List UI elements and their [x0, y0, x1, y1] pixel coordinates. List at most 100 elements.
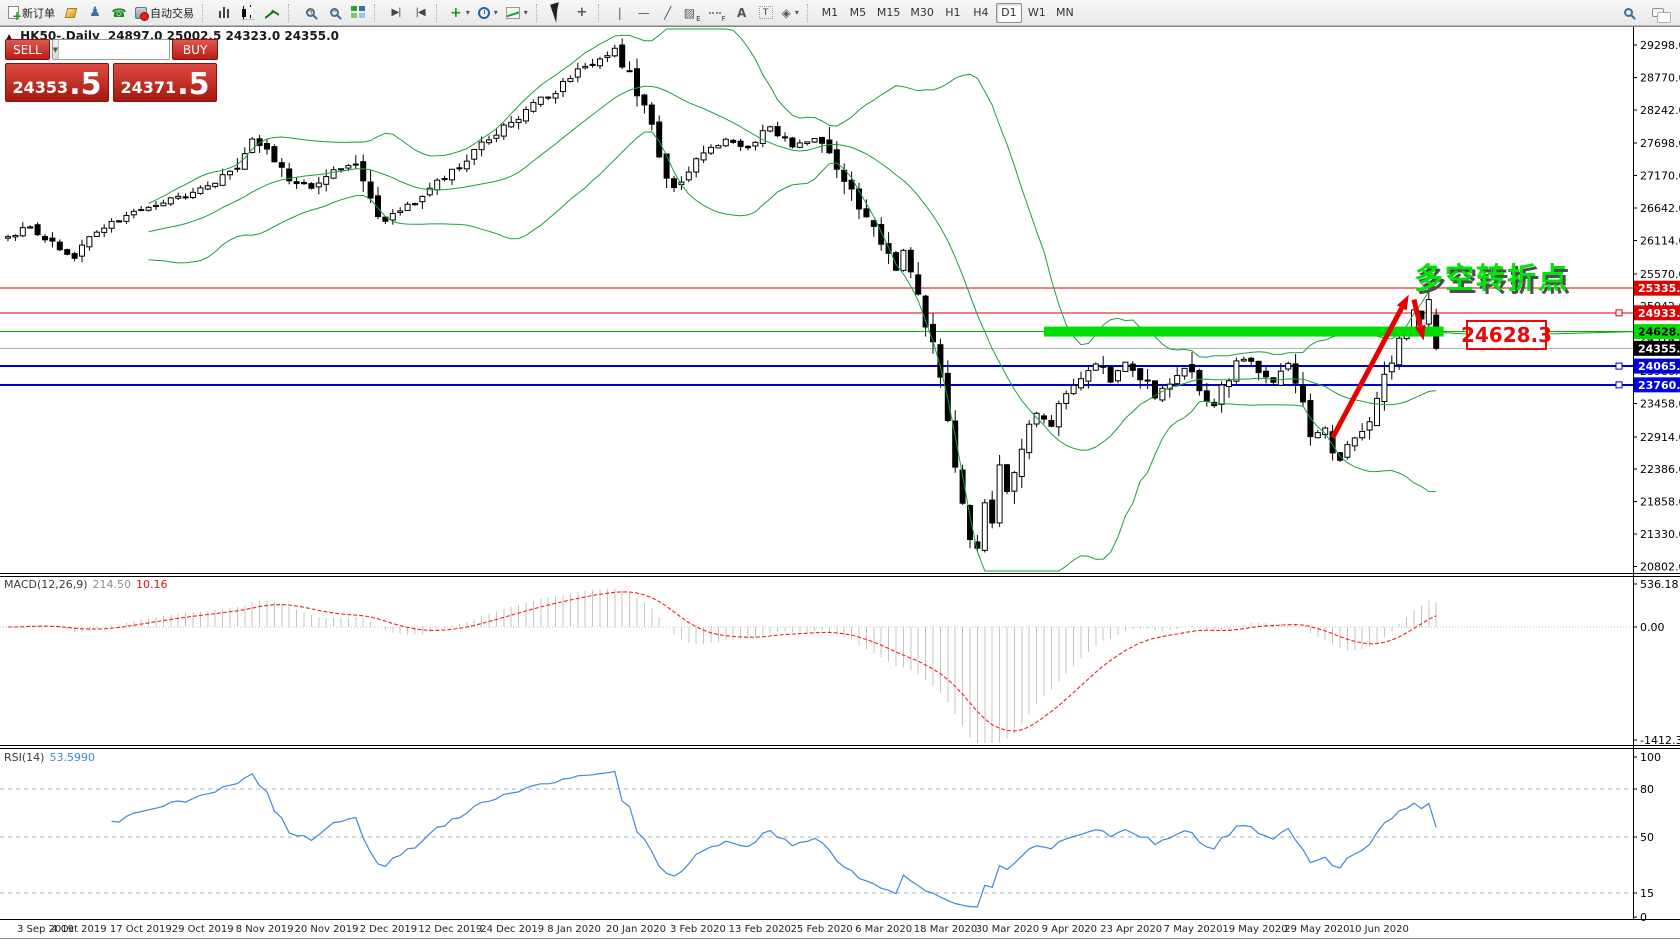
auto-scroll-button[interactable]: ▶|: [384, 2, 408, 24]
dropdown-arrow-icon: ▾: [795, 8, 799, 17]
timeframe-button-M15[interactable]: M15: [873, 3, 905, 23]
date-label: 29 May 2020: [1284, 924, 1349, 935]
buy-button[interactable]: BUY: [172, 39, 218, 60]
volume-input[interactable]: [59, 40, 170, 59]
zoom-out-button[interactable]: −: [322, 2, 346, 24]
data-window-button[interactable]: [59, 2, 83, 24]
channel-icon: ▨: [684, 6, 695, 20]
line-chart-button[interactable]: [260, 2, 284, 24]
svg-text:536.18: 536.18: [1640, 578, 1679, 591]
macd-name: MACD(12,26,9): [4, 578, 88, 591]
chat-button[interactable]: [1646, 2, 1670, 24]
timeframe-button-D1[interactable]: D1: [996, 3, 1022, 23]
bar-chart-icon: [217, 5, 231, 20]
svg-text:23458.0: 23458.0: [1640, 397, 1680, 410]
svg-text:21330.0: 21330.0: [1640, 528, 1680, 541]
timeframe-button-M30[interactable]: M30: [906, 3, 938, 23]
buy-price-display[interactable]: 24371 .5: [113, 63, 217, 102]
date-label: 3 Feb 2020: [670, 924, 726, 935]
rsi-value: 53.5990: [49, 751, 95, 764]
timeframe-button-M1[interactable]: M1: [817, 3, 843, 23]
timeframe-button-H1[interactable]: H1: [940, 3, 966, 23]
date-label: 25 Feb 2020: [791, 924, 853, 935]
toolbar-separator: [436, 4, 443, 22]
date-label: 29 Oct 2019: [172, 924, 234, 935]
new-order-icon: [8, 6, 19, 19]
chat-icon: [1652, 8, 1664, 17]
annotation-level-box[interactable]: 24628.3: [1466, 320, 1547, 350]
date-label: 20 Nov 2019: [294, 924, 358, 935]
svg-text:26642.0: 26642.0: [1640, 202, 1680, 215]
fibonacci-icon: [709, 12, 721, 14]
date-label: 6 Mar 2020: [855, 924, 912, 935]
fibonacci-button[interactable]: F: [705, 2, 730, 24]
sell-button[interactable]: SELL: [5, 39, 50, 60]
sell-price-display[interactable]: 24353 .5: [5, 63, 109, 102]
templates-button[interactable]: ▾: [502, 2, 532, 24]
templates-icon: [506, 7, 520, 19]
dropdown-arrow-icon: ▾: [466, 8, 470, 17]
candles-layer: [6, 39, 1439, 553]
cursor-button[interactable]: [546, 2, 570, 24]
navigator-button[interactable]: ♟: [83, 2, 107, 24]
zoom-in-button[interactable]: +: [298, 2, 322, 24]
trendline-icon: ╱: [664, 6, 671, 20]
toolbar-separator: [807, 4, 814, 22]
text-icon: A: [737, 6, 746, 20]
signals-icon: ☎: [112, 7, 127, 19]
indicators-button[interactable]: +▾: [446, 2, 474, 24]
new-order-button[interactable]: 新订单: [4, 2, 59, 24]
candlestick-chart-button[interactable]: [236, 2, 260, 24]
toolbar-separator: [536, 4, 543, 22]
text-button[interactable]: A: [730, 2, 754, 24]
line-chart-icon: [265, 6, 279, 20]
svg-text:26114.0: 26114.0: [1640, 234, 1680, 247]
timeframe-button-MN[interactable]: MN: [1052, 3, 1078, 23]
horizontal-line-icon: —: [638, 6, 650, 20]
svg-text:24628.3: 24628.3: [1638, 326, 1680, 339]
date-label: 18 Mar 2020: [914, 924, 977, 935]
label-button[interactable]: T: [754, 2, 778, 24]
tile-windows-button[interactable]: [346, 2, 370, 24]
autotrading-button[interactable]: 自动交易: [131, 2, 198, 24]
search-button[interactable]: [1616, 2, 1640, 24]
chart-shift-button[interactable]: |◀: [408, 2, 432, 24]
svg-text:15: 15: [1640, 887, 1654, 900]
vertical-line-button[interactable]: |: [608, 2, 632, 24]
periods-button[interactable]: ▾: [474, 2, 502, 24]
date-label: 8 Jan 2020: [547, 924, 601, 935]
date-label: 19 May 2020: [1222, 924, 1287, 935]
timeframe-button-H4[interactable]: H4: [968, 3, 994, 23]
bar-chart-button[interactable]: [212, 2, 236, 24]
autotrading-label: 自动交易: [150, 5, 194, 21]
svg-text:23760.2: 23760.2: [1638, 379, 1680, 392]
date-label: 8 Nov 2019: [236, 924, 294, 935]
svg-text:24933.8: 24933.8: [1638, 307, 1680, 320]
svg-text:0.00: 0.00: [1640, 621, 1665, 634]
toolbar-separator: [598, 4, 605, 22]
sell-price-main: 24353: [13, 78, 69, 98]
timeframe-button-M5[interactable]: M5: [845, 3, 871, 23]
crosshair-button[interactable]: +: [570, 2, 594, 24]
signals-button[interactable]: ☎: [107, 2, 131, 24]
svg-text:29298.0: 29298.0: [1640, 39, 1680, 52]
dropdown-arrow-icon: ▾: [524, 8, 528, 17]
price-axis[interactable]: 29298.028770.028242.027698.027170.026642…: [1633, 39, 1680, 924]
date-label: 4 Oct 2019: [51, 924, 106, 935]
annotation-text-cn[interactable]: 多空转折点: [1414, 255, 1569, 297]
date-axis[interactable]: 3 Sep 20194 Oct 201917 Oct 201929 Oct 20…: [17, 924, 1409, 935]
dropdown-arrow-icon: ▾: [494, 8, 498, 17]
svg-text:80: 80: [1640, 783, 1654, 796]
buy-price-fraction: .5: [177, 72, 209, 98]
shapes-button[interactable]: ◈▾: [778, 2, 803, 24]
data-window-icon: [65, 8, 77, 18]
price-chart-canvas[interactable]: 29298.028770.028242.027698.027170.026642…: [0, 0, 1680, 940]
green-band[interactable]: [1044, 327, 1444, 337]
horizontal-line-button[interactable]: —: [632, 2, 656, 24]
trendline-button[interactable]: ╱: [656, 2, 680, 24]
label-icon: T: [759, 6, 773, 19]
timeframe-button-W1[interactable]: W1: [1024, 3, 1050, 23]
svg-text:28242.0: 28242.0: [1640, 104, 1680, 117]
channel-button[interactable]: ▨E: [680, 2, 705, 24]
crosshair-icon: +: [576, 5, 587, 20]
